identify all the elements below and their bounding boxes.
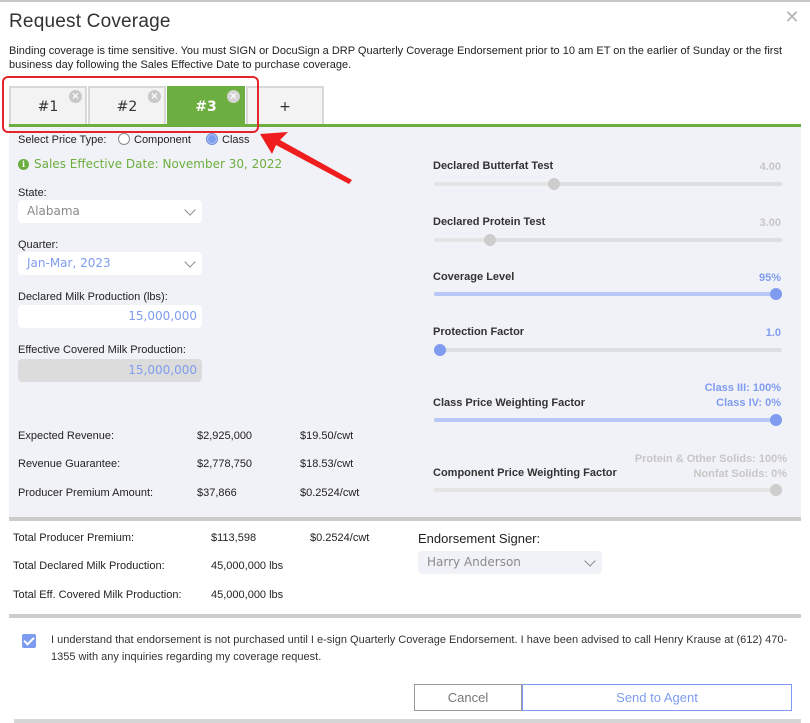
total-effective-label: Total Eff. Covered Milk Production: [13, 589, 182, 601]
top-border [0, 0, 810, 2]
tab-1[interactable]: #1 × [9, 86, 87, 125]
chevron-down-icon [184, 204, 196, 216]
slider-fill [434, 238, 491, 242]
state-label: State: [18, 187, 47, 199]
panel-divider [9, 517, 801, 521]
close-icon[interactable]: ✕ [783, 9, 801, 27]
expected-revenue-cwt: $19.50/cwt [300, 430, 354, 442]
tab-close-icon[interactable]: × [227, 90, 240, 103]
quarter-select[interactable]: Jan-Mar, 2023 [18, 252, 202, 275]
slider-knob[interactable] [770, 288, 782, 300]
quarter-label: Quarter: [18, 239, 59, 251]
signer-value: Harry Anderson [427, 555, 521, 569]
protein-slider[interactable] [434, 234, 782, 246]
revenue-guarantee-cwt: $18.53/cwt [300, 458, 354, 470]
tab-label: #3 [195, 99, 217, 115]
expected-revenue-amount: $2,925,000 [197, 430, 253, 442]
butterfat-value: 4.00 [759, 161, 781, 173]
revenue-guarantee-amount: $2,778,750 [197, 458, 253, 470]
chevron-down-icon [184, 256, 196, 268]
tab-label: #2 [116, 99, 138, 115]
tab-2[interactable]: #2 × [88, 86, 166, 125]
total-premium-cwt: $0.2524/cwt [310, 532, 370, 544]
state-value: Alabama [27, 204, 80, 218]
component-radio[interactable] [118, 133, 130, 145]
info-icon: i [18, 158, 29, 170]
revenue-guarantee-label: Revenue Guarantee: [18, 458, 121, 470]
price-type-label: Select Price Type: [18, 134, 107, 146]
total-premium-label: Total Producer Premium: [13, 532, 135, 544]
slider-fill [434, 488, 782, 492]
component-weighting-slider [434, 484, 782, 496]
producer-premium-cwt: $0.2524/cwt [300, 487, 360, 499]
sales-effective-date: i Sales Effective Date: November 30, 202… [18, 157, 282, 171]
slider-fill [434, 182, 555, 186]
state-select[interactable]: Alabama [18, 200, 202, 223]
slider-fill [434, 418, 776, 422]
class-radio[interactable] [206, 133, 218, 145]
chevron-down-icon [584, 555, 596, 567]
declared-milk-label: Declared Milk Production (lbs): [18, 291, 168, 303]
class-weighting-slider[interactable] [434, 414, 782, 426]
coverage-level-slider[interactable] [434, 288, 782, 300]
coverage-tabs: #1 × #2 × #3 × + [9, 86, 325, 126]
class-weighting-title: Class Price Weighting Factor [433, 397, 586, 409]
class-radio-label[interactable]: Class [222, 134, 250, 146]
bottom-border [14, 719, 801, 723]
tab-close-icon[interactable]: × [148, 90, 161, 103]
butterfat-title: Declared Butterfat Test [433, 160, 554, 172]
totals-divider [9, 614, 801, 618]
total-declared-label: Total Declared Milk Production: [13, 560, 165, 572]
add-tab-button[interactable]: + [246, 86, 324, 125]
component-weighting-title: Component Price Weighting Factor [433, 467, 617, 479]
butterfat-slider[interactable] [434, 178, 782, 190]
class-iv-value: Class IV: 0% [716, 397, 781, 409]
acknowledge-checkbox[interactable] [22, 634, 36, 648]
acknowledgement-text: I understand that endorsement is not pur… [51, 634, 788, 663]
protection-factor-title: Protection Factor [433, 326, 525, 338]
dialog-title: Request Coverage [9, 11, 171, 32]
slider-fill [434, 292, 776, 296]
tab-label: #1 [37, 99, 59, 115]
class-iii-value: Class III: 100% [704, 382, 781, 394]
slider-knob[interactable] [434, 344, 446, 356]
producer-premium-amount: $37,866 [197, 487, 237, 499]
effective-milk-field: 15,000,000 [18, 359, 202, 382]
signer-select[interactable]: Harry Anderson [418, 551, 602, 574]
coverage-level-title: Coverage Level [433, 271, 515, 283]
tab-close-icon[interactable]: × [69, 90, 82, 103]
signer-label: Endorsement Signer: [418, 531, 541, 546]
quarter-value: Jan-Mar, 2023 [27, 256, 111, 270]
protection-factor-slider[interactable] [434, 344, 782, 356]
cancel-button[interactable]: Cancel [414, 684, 522, 711]
protein-title: Declared Protein Test [433, 216, 546, 228]
producer-premium-label: Producer Premium Amount: [18, 487, 154, 499]
sales-effective-text: Sales Effective Date: November 30, 2022 [34, 157, 283, 171]
total-effective-amount: 45,000,000 lbs [211, 589, 284, 601]
intro-text: Binding coverage is time sensitive. You … [9, 45, 783, 71]
declared-milk-input[interactable]: 15,000,000 [18, 305, 202, 328]
protein-solids-value: Protein & Other Solids: 100% [634, 453, 787, 465]
slider-knob[interactable] [770, 414, 782, 426]
effective-milk-label: Effective Covered Milk Production: [18, 344, 186, 356]
tab-3[interactable]: #3 × [167, 86, 245, 125]
nonfat-solids-value: Nonfat Solids: 0% [693, 468, 787, 480]
total-premium-amount: $113,598 [211, 532, 257, 544]
component-radio-label[interactable]: Component [134, 134, 191, 146]
coverage-level-value: 95% [758, 272, 781, 284]
send-to-agent-button[interactable]: Send to Agent [522, 684, 792, 711]
protection-factor-value: 1.0 [765, 327, 781, 339]
plus-icon: + [279, 99, 291, 115]
slider-knob [770, 484, 782, 496]
total-declared-amount: 45,000,000 lbs [211, 560, 284, 572]
expected-revenue-label: Expected Revenue: [18, 430, 115, 442]
protein-value: 3.00 [759, 217, 781, 229]
